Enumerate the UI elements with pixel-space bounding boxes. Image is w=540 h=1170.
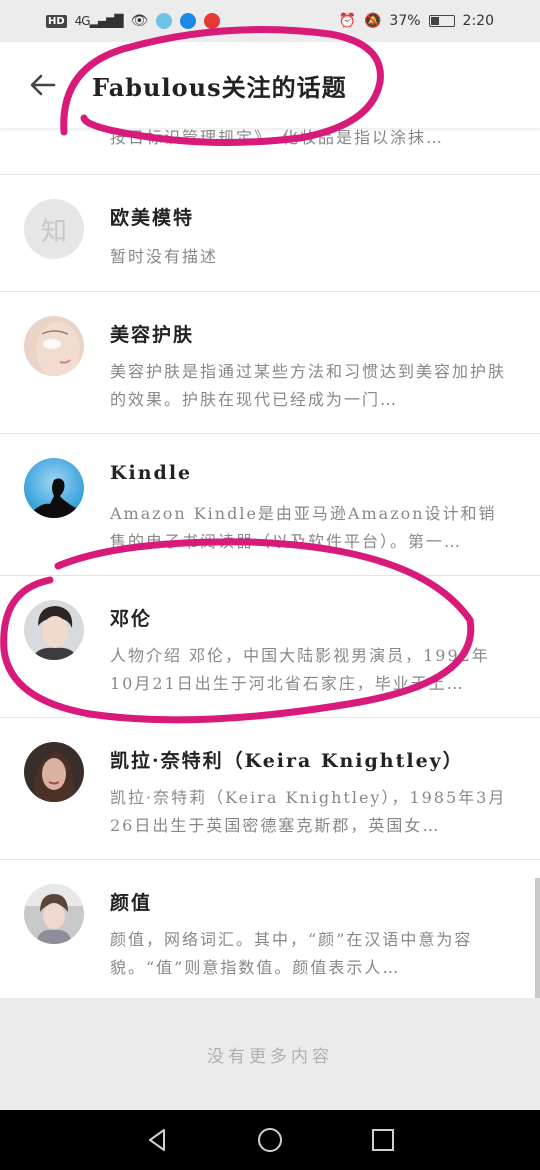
system-nav-bar (0, 1110, 540, 1170)
topic-description: 颜值，网络词汇。其中，“颜”在汉语中意为容貌。“值”则意指数值。颜值表示人… (110, 930, 473, 977)
netease-notification-icon (204, 13, 221, 29)
list-footer: 没有更多内容 (0, 998, 540, 1110)
topic-name: 颜值 (110, 892, 153, 914)
topic-name: 凯拉·奈特利（Keira Knightley） (110, 750, 464, 772)
app-notification-icon (156, 13, 173, 29)
child-avatar (24, 884, 84, 944)
topic-item[interactable]: 知 欧美模特 暂时没有描述 (0, 175, 540, 292)
topic-item[interactable]: 凯拉·奈特利（Keira Knightley） 凯拉·奈特莉（Keira Kni… (0, 718, 540, 860)
placeholder-char: 知 (40, 216, 67, 247)
skincare-avatar (24, 316, 84, 376)
zhi-placeholder-avatar: 知 (24, 199, 84, 259)
topic-list: 按日标识管理规定》，化妆品是指以涂抹… 知 欧美模特 暂时没有描述 美容护肤 美… (0, 128, 540, 1002)
topic-description: 按日标识管理规定》，化妆品是指以涂抹… (110, 128, 445, 147)
status-left: HD 4G▂▄▆█ 👁 (46, 13, 221, 29)
back-arrow-svg (30, 74, 56, 96)
kindle-avatar (24, 458, 84, 518)
status-right: ⏰ 🔕 37% 2:20 (339, 13, 494, 29)
battery-icon (428, 15, 455, 27)
topic-description: 美容护肤是指通过某些方法和习惯达到美容加护肤的效果。护肤在现代已经成为一门… (110, 362, 507, 409)
topic-item[interactable]: Kindle Amazon Kindle是由亚马逊Amazon设计和销售的电子书… (0, 434, 540, 576)
topic-item[interactable]: 颜值 颜值，网络词汇。其中，“颜”在汉语中意为容貌。“值”则意指数值。颜值表示人… (0, 860, 540, 1002)
clock: 2:20 (462, 13, 494, 29)
no-more-content-label: 没有更多内容 (207, 1046, 333, 1067)
home-circle-icon[interactable] (255, 1125, 285, 1155)
topic-description: 凯拉·奈特莉（Keira Knightley），1985年3月26日出生于英国密… (110, 788, 507, 835)
back-arrow-icon[interactable] (28, 70, 58, 100)
topic-description: 人物介绍 邓伦，中国大陆影视男演员，1992年10月21日出生于河北省石家庄，毕… (110, 646, 490, 693)
back-triangle-icon[interactable] (142, 1125, 172, 1155)
topic-name: 欧美模特 (110, 207, 195, 229)
topic-name: Kindle (110, 462, 193, 484)
skincare-avatar-svg (24, 316, 84, 376)
child-avatar-svg (24, 884, 84, 944)
person-avatar-svg (24, 600, 84, 660)
topic-name: 邓伦 (110, 608, 153, 630)
network-label: 4G (74, 14, 91, 28)
person-avatar (24, 600, 84, 660)
kindle-avatar-svg (24, 458, 84, 518)
recents-square-icon[interactable] (368, 1125, 398, 1155)
topic-description: Amazon Kindle是由亚马逊Amazon设计和销售的电子书阅读器（以及软… (110, 504, 497, 551)
mute-icon: 🔕 (363, 13, 382, 29)
hd-badge: HD (46, 14, 67, 28)
list-item-partial[interactable]: 按日标识管理规定》，化妆品是指以涂抹… (0, 128, 540, 175)
page-title: Fabulous关注的话题 (92, 72, 347, 102)
network-indicator: 4G▂▄▆█ (74, 14, 124, 28)
person-avatar (24, 742, 84, 802)
topic-description: 暂时没有描述 (110, 247, 219, 266)
app-header: Fabulous关注的话题 (0, 42, 540, 128)
topic-name: 美容护肤 (110, 324, 195, 346)
status-bar: HD 4G▂▄▆█ 👁 ⏰ 🔕 37% 2:20 (0, 0, 540, 42)
person-avatar-svg (24, 742, 84, 802)
battery-percent: 37% (389, 13, 421, 29)
alarm-icon: ⏰ (338, 13, 356, 29)
battery-fill (430, 17, 440, 25)
eye-icon: 👁 (130, 13, 149, 29)
topic-item[interactable]: 美容护肤 美容护肤是指通过某些方法和习惯达到美容加护肤的效果。护肤在现代已经成为… (0, 292, 540, 434)
zhihu-notification-icon (180, 13, 197, 29)
topic-item[interactable]: 邓伦 人物介绍 邓伦，中国大陆影视男演员，1992年10月21日出生于河北省石家… (0, 576, 540, 718)
